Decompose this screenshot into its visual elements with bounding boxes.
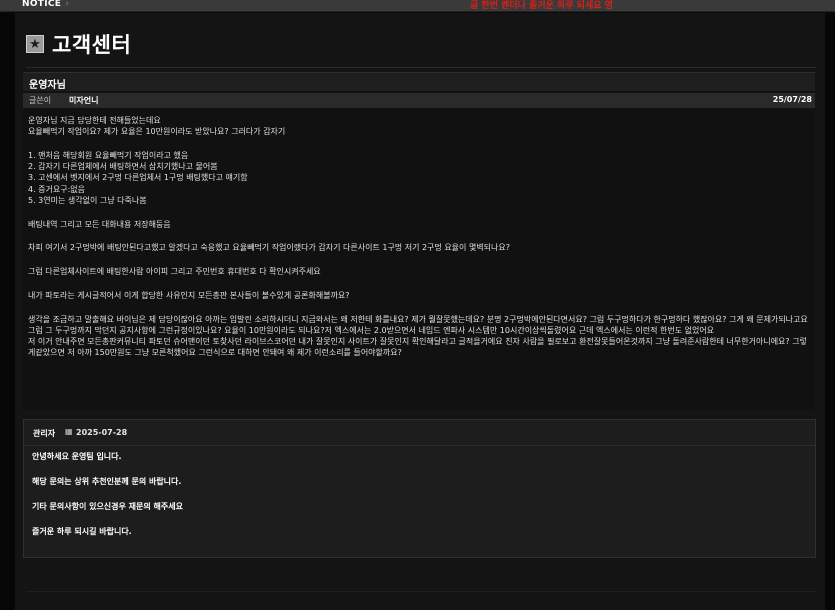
author-label: 글쓴이 xyxy=(29,96,52,105)
post-line xyxy=(28,301,813,314)
post-body: 운영자님 지금 담당한테 전해들었는데요 요율빼먹기 작업이요? 제가 요율은 … xyxy=(28,115,813,359)
post-line: 2. 갑자기 다른업체에서 배팅하면서 삼치기했나고 물어봄 xyxy=(28,162,218,172)
post-line: 요율빼먹기 작업이요? 제가 요율은 10만원이라도 받았나요? 그러다가 갑자… xyxy=(28,127,286,137)
post-line xyxy=(28,277,813,290)
reply-header: 관리자 ▦ 2025-07-28 xyxy=(24,420,815,446)
admin-reply: 관리자 ▦ 2025-07-28 안녕하세요 운영팀 입니다. 해당 문의는 상… xyxy=(23,419,816,558)
content-panel: ★ 고객센터 운영자님 글쓴이 미자언니 25/07/28 운영자님 지금 담당… xyxy=(15,13,825,610)
left-gutter xyxy=(0,13,15,610)
notice-bar: NOTICE › 글 한번 렌더나 즐거운 하루 되세요 영 xyxy=(0,0,835,12)
page-header: ★ 고객센터 xyxy=(26,30,131,58)
post-line: 운영자님 지금 담당한테 전해들었는데요 xyxy=(28,116,161,125)
notice-label[interactable]: NOTICE › xyxy=(22,0,69,9)
reply-body: 안녕하세요 운영팀 입니다. 해당 문의는 상위 추천인분께 문의 바랍니다. … xyxy=(32,451,802,551)
post-line: 3. 고센에서 벳지에서 2구멍 다른업체서 1구멍 배팅했다고 얘기함 xyxy=(28,173,248,183)
notice-marquee[interactable]: 글 한번 렌더나 즐거운 하루 되세요 영 xyxy=(470,0,613,11)
reply-author: 관리자 xyxy=(33,429,56,438)
right-gutter xyxy=(825,13,835,610)
post-title: 운영자님 xyxy=(29,80,66,91)
post-line: 5. 3연미는 생각없이 그냥 다죽나봄 xyxy=(28,195,147,205)
post-line xyxy=(28,230,813,243)
post-meta-bar: 글쓴이 미자언니 25/07/28 xyxy=(23,93,815,108)
post-line: 저 이거 안내주면 모든총판커뮤니티 파토던 슈어맨이던 토찾사던 라이브스코어… xyxy=(28,337,807,358)
calendar-icon: ▦ xyxy=(65,427,73,436)
post: 운영자님 글쓴이 미자언니 25/07/28 운영자님 지금 담당한테 전해들었… xyxy=(23,72,815,410)
footer-divider xyxy=(26,591,816,592)
notice-arrow-icon: › xyxy=(65,0,70,9)
post-author[interactable]: 미자언니 xyxy=(69,95,98,106)
post-line xyxy=(28,206,813,219)
reply-line: 기타 문의사항이 있으신경우 재문의 해주세요 xyxy=(32,502,183,511)
star-icon: ★ xyxy=(26,35,44,53)
post-line: 생각을 조금하고 말출해요 바이님은 제 담당이잖아요 아까는 입발린 소리하시… xyxy=(28,314,811,335)
post-date: 25/07/28 xyxy=(772,95,812,104)
post-line: 배팅내역 그리고 모든 대화내용 저장해둥음 xyxy=(28,219,171,229)
post-title-bar: 운영자님 xyxy=(23,72,815,91)
post-line: 내가 파토라는 게시글적어서 이게 합당한 사유인지 모든총판 본사들이 볼수있… xyxy=(28,291,350,300)
post-line: 4. 증거요구:없음 xyxy=(28,184,86,194)
header-divider xyxy=(26,67,816,68)
post-line: 차피 여기서 2구멍박에 배팅안된다고했고 알겠다고 숙응했고 요율빼먹기 작업… xyxy=(28,243,510,253)
reply-line: 해당 문의는 상위 추천인분께 문의 바랍니다. xyxy=(32,477,182,486)
page-title: 고객센터 xyxy=(52,33,132,57)
reply-line: 즐거운 하루 되시길 바랍니다. xyxy=(32,527,132,536)
post-line: 1. 맨처음 해당회원 요율빼먹기 작업이라고 했음 xyxy=(28,151,189,160)
post-line xyxy=(28,254,813,267)
reply-date: 2025-07-28 xyxy=(76,428,128,437)
reply-line: 안녕하세요 운영팀 입니다. xyxy=(32,452,122,461)
post-line xyxy=(28,137,813,150)
post-line: 그럼 다른업체사이트에 배팅한사람 아이피 그리고 주민번호 휴대번호 다 확인… xyxy=(28,267,321,277)
